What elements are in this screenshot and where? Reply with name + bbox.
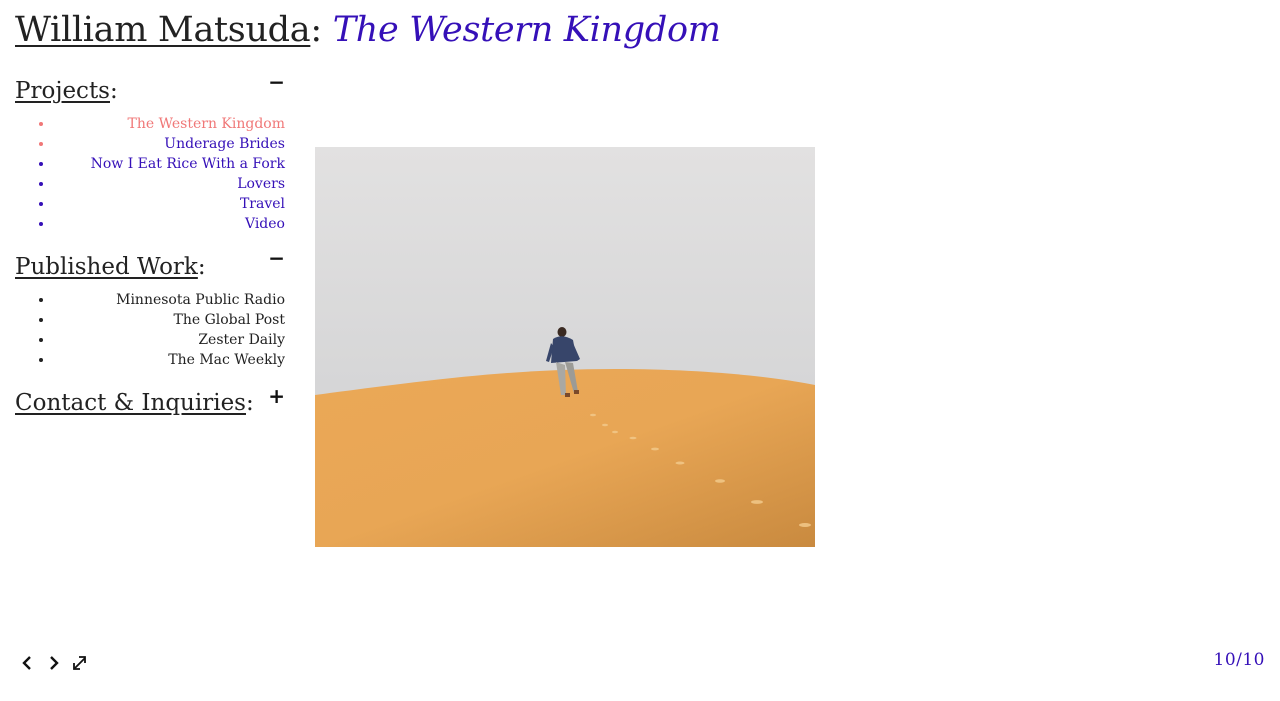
bullet	[39, 122, 43, 126]
project-item-travel[interactable]: Travel	[15, 194, 285, 214]
published-work-collapse-toggle[interactable]: −	[268, 246, 285, 270]
bullet	[39, 162, 43, 166]
published-item-zester-daily[interactable]: Zester Daily	[15, 330, 285, 350]
bullet	[39, 318, 43, 322]
projects-list: The Western Kingdom Underage Brides Now …	[15, 114, 285, 234]
contact-heading-label[interactable]: Contact & Inquiries	[15, 390, 246, 416]
projects-heading-label[interactable]: Projects	[15, 78, 110, 104]
project-item-underage-brides[interactable]: Underage Brides	[15, 134, 285, 154]
bullet	[39, 338, 43, 342]
project-link[interactable]: Now I Eat Rice With a Fork	[91, 156, 285, 172]
contact-heading: Contact & Inquiries: +	[15, 384, 285, 416]
published-work-list: Minnesota Public Radio The Global Post Z…	[15, 290, 285, 370]
published-link[interactable]: Zester Daily	[198, 332, 285, 348]
desert-dune-photo	[315, 147, 815, 547]
title-separator: :	[310, 10, 322, 50]
published-link[interactable]: Minnesota Public Radio	[116, 292, 285, 308]
project-item-now-i-eat-rice[interactable]: Now I Eat Rice With a Fork	[15, 154, 285, 174]
bullet	[39, 358, 43, 362]
previous-button[interactable]	[18, 652, 36, 672]
published-work-heading: Published Work: −	[15, 246, 285, 280]
chevron-right-icon	[50, 656, 59, 670]
project-link[interactable]: Video	[245, 216, 285, 232]
projects-collapse-toggle[interactable]: −	[268, 70, 285, 94]
published-link[interactable]: The Global Post	[173, 312, 285, 328]
project-link[interactable]: Travel	[240, 196, 285, 212]
bullet	[39, 202, 43, 206]
bullet	[39, 298, 43, 302]
published-link[interactable]: The Mac Weekly	[168, 352, 285, 368]
site-title: William Matsuda: The Western Kingdom	[15, 8, 721, 52]
fullscreen-icon	[73, 656, 86, 670]
next-button[interactable]	[45, 652, 63, 672]
slide-counter: 10/10	[1213, 650, 1265, 670]
contact-section: Contact & Inquiries: +	[15, 384, 285, 422]
published-item-global-post[interactable]: The Global Post	[15, 310, 285, 330]
project-link[interactable]: Lovers	[237, 176, 285, 192]
project-link[interactable]: Underage Brides	[164, 136, 285, 152]
contact-expand-toggle[interactable]: +	[268, 384, 285, 408]
project-item-lovers[interactable]: Lovers	[15, 174, 285, 194]
chevron-left-icon	[22, 656, 31, 670]
current-project-title: The Western Kingdom	[332, 10, 721, 50]
project-item-the-western-kingdom[interactable]: The Western Kingdom	[15, 114, 285, 134]
author-name-link[interactable]: William Matsuda	[15, 10, 311, 50]
published-work-heading-label[interactable]: Published Work	[15, 254, 198, 280]
page: William Matsuda: The Western Kingdom Pro…	[0, 0, 1280, 701]
fullscreen-button[interactable]	[71, 652, 89, 672]
project-link[interactable]: The Western Kingdom	[128, 116, 285, 132]
bullet	[39, 142, 43, 146]
bullet	[39, 222, 43, 226]
projects-heading: Projects: −	[15, 70, 285, 104]
bullet	[39, 182, 43, 186]
published-item-mpr[interactable]: Minnesota Public Radio	[15, 290, 285, 310]
published-work-section: Published Work: − Minnesota Public Radio…	[15, 246, 285, 370]
project-item-video[interactable]: Video	[15, 214, 285, 234]
published-item-mac-weekly[interactable]: The Mac Weekly	[15, 350, 285, 370]
gallery-photo[interactable]	[315, 147, 815, 547]
projects-section: Projects: − The Western Kingdom Underage…	[15, 70, 285, 234]
